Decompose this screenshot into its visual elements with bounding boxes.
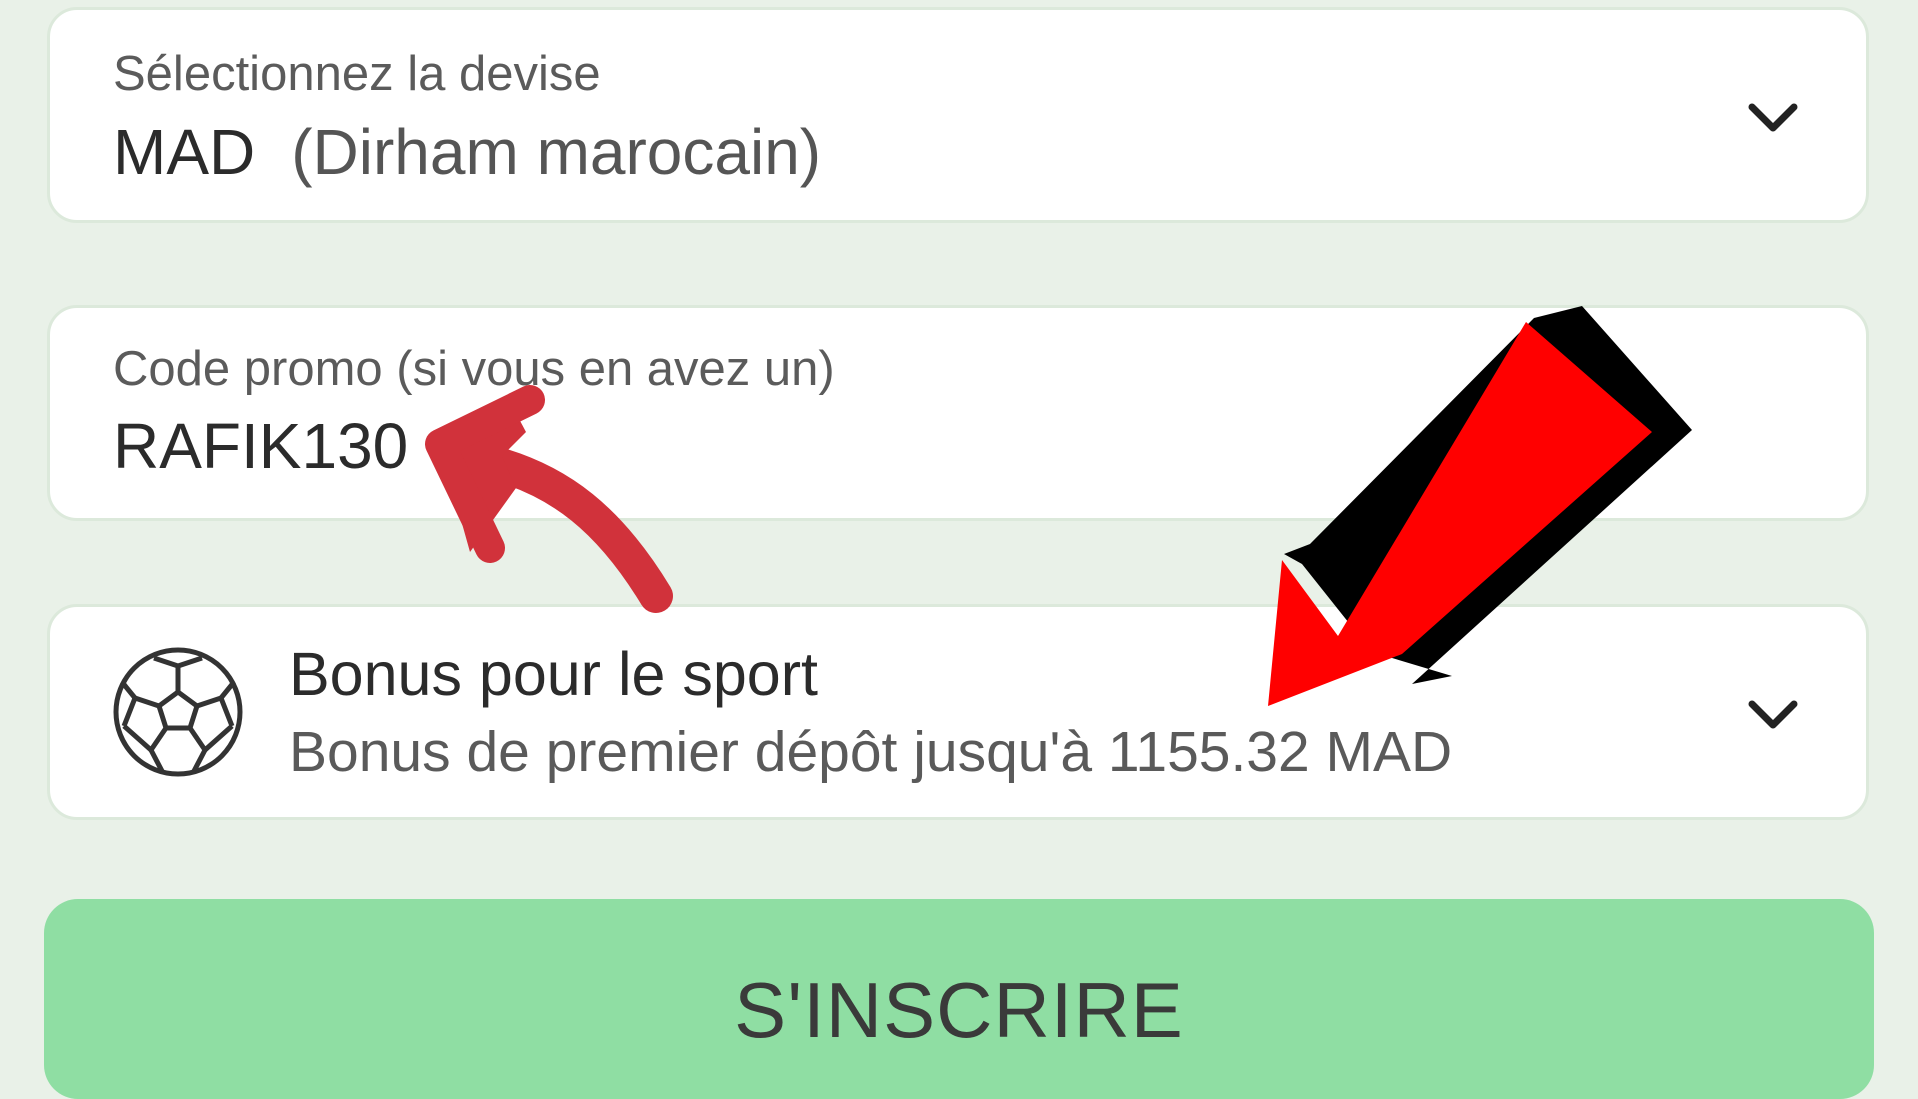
chevron-down-icon[interactable]	[1742, 684, 1804, 746]
promo-code-label: Code promo (si vous en avez un)	[113, 342, 835, 396]
currency-value: MAD (Dirham marocain)	[113, 115, 821, 189]
bonus-select[interactable]: Bonus pour le sport Bonus de premier dép…	[47, 604, 1869, 820]
chevron-down-icon[interactable]	[1742, 87, 1804, 149]
currency-label: Sélectionnez la devise	[113, 47, 601, 101]
promo-code-input[interactable]: RAFIK130	[113, 409, 408, 483]
signup-button-label: S'INSCRIRE	[734, 966, 1184, 1054]
signup-button[interactable]: S'INSCRIRE	[44, 899, 1874, 1099]
soccer-ball-icon	[113, 647, 243, 777]
currency-name: (Dirham marocain)	[291, 116, 822, 188]
bonus-subtitle: Bonus de premier dépôt jusqu'à 1155.32 M…	[289, 720, 1453, 784]
bonus-title: Bonus pour le sport	[289, 640, 818, 708]
currency-code: MAD	[113, 116, 256, 188]
promo-code-field[interactable]: Code promo (si vous en avez un) RAFIK130	[47, 305, 1869, 521]
currency-select[interactable]: Sélectionnez la devise MAD (Dirham maroca…	[47, 7, 1869, 223]
